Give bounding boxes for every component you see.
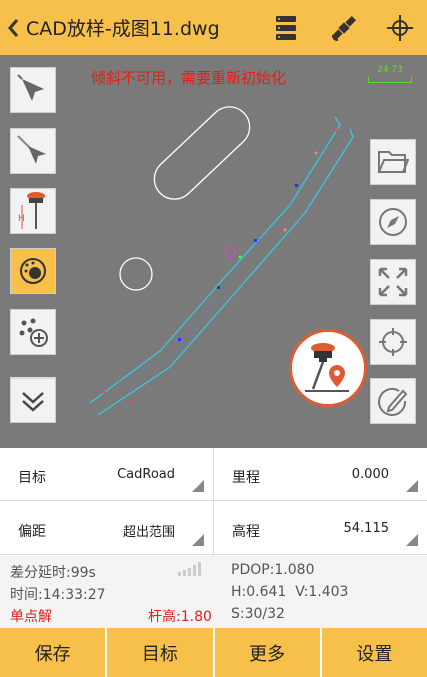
stakeout-fab[interactable] — [289, 329, 367, 407]
satellite-count: S:30/32 — [231, 606, 285, 622]
scale-bar — [368, 77, 412, 83]
back-arrow-icon — [8, 18, 19, 37]
target-value: CadRoad — [117, 467, 175, 482]
rover-pin-icon — [305, 343, 349, 392]
mileage-value: 0.000 — [351, 467, 389, 482]
bottom-action-bar: 保存 目标 更多 设置 — [0, 628, 427, 677]
back-button[interactable] — [0, 0, 26, 55]
crosshair-icon — [387, 15, 413, 41]
offset-field[interactable]: 偏距 超出范围 — [0, 502, 213, 555]
offset-value: 超出范围 — [122, 525, 175, 540]
locate-icon — [379, 328, 407, 356]
open-file-button[interactable] — [370, 139, 416, 185]
solution-status: 单点解 — [10, 609, 52, 625]
compass-button[interactable] — [370, 199, 416, 245]
diff-delay: 差分延时:99s — [10, 565, 96, 581]
dropdown-corner-icon — [192, 534, 204, 546]
hv-precision: H:0.641 V:1.403 — [231, 584, 349, 600]
elevation-value: 54.115 — [343, 521, 390, 536]
add-points-button[interactable] — [10, 309, 56, 355]
locate-button[interactable] — [370, 319, 416, 365]
gnss-status-panel: 差分延时:99s 时间:14:33:27 单点解 杆高:1.80 PDOP:1.… — [0, 556, 427, 628]
layers-button[interactable] — [267, 9, 305, 47]
pdop-value: PDOP:1.080 — [231, 562, 315, 578]
elevation-field[interactable]: 高程 54.115 — [214, 502, 427, 555]
page-title: CAD放样-成图11.dwg — [26, 18, 220, 40]
stakeout-info-panel: 目标 CadRoad 里程 0.000 偏距 超出范围 高程 54.115 — [0, 448, 427, 556]
mileage-label: 里程 — [232, 470, 260, 486]
svg-text:H: H — [18, 214, 25, 224]
edit-icon — [378, 388, 408, 416]
top-bar: CAD放样-成图11.dwg — [0, 0, 427, 55]
satellite-button[interactable] — [325, 9, 363, 47]
tilt-warning: 倾斜不可用，需要重新初始化 — [91, 69, 287, 87]
target-field[interactable]: 目标 CadRoad — [0, 448, 213, 501]
gnss-time: 时间:14:33:27 — [10, 587, 106, 603]
save-button[interactable]: 保存 — [0, 628, 106, 677]
rover-height-icon: H — [18, 192, 45, 229]
rover-height-button[interactable]: H — [10, 188, 56, 234]
dropdown-corner-icon — [406, 534, 418, 546]
dropdown-corner-icon — [192, 480, 204, 492]
signal-bars-icon — [178, 562, 201, 576]
fullscreen-icon — [378, 267, 408, 297]
edit-button[interactable] — [370, 378, 416, 424]
elevation-label: 高程 — [232, 524, 260, 540]
target-label: 目标 — [18, 470, 46, 486]
offset-label: 偏距 — [18, 524, 46, 540]
dropdown-corner-icon — [406, 480, 418, 492]
chevron-double-down-icon — [22, 391, 44, 412]
target-location-icon — [20, 258, 46, 284]
divider — [213, 448, 214, 556]
select-tool-button[interactable] — [10, 67, 56, 113]
pole-height: 杆高:1.80 — [148, 609, 212, 625]
add-points-icon — [19, 318, 48, 347]
cad-drawing — [89, 106, 354, 416]
mileage-field[interactable]: 里程 0.000 — [214, 448, 427, 501]
select-arrow-icon — [17, 74, 44, 101]
crosshair-button[interactable] — [381, 9, 419, 47]
layers-icon — [276, 16, 296, 40]
more-button[interactable]: 更多 — [214, 628, 320, 677]
target-button[interactable]: 目标 — [107, 628, 213, 677]
compass-icon — [379, 208, 407, 236]
line-select-tool-button[interactable] — [10, 128, 56, 174]
folder-icon — [377, 151, 409, 173]
satellite-icon — [331, 15, 357, 41]
map-canvas[interactable]: 倾斜不可用，需要重新初始化 24.73 H — [0, 55, 427, 448]
settings-button[interactable]: 设置 — [321, 628, 427, 677]
target-location-button[interactable] — [10, 248, 56, 294]
line-select-icon — [17, 135, 46, 164]
collapse-tools-button[interactable] — [10, 377, 56, 423]
fullscreen-button[interactable] — [370, 259, 416, 305]
